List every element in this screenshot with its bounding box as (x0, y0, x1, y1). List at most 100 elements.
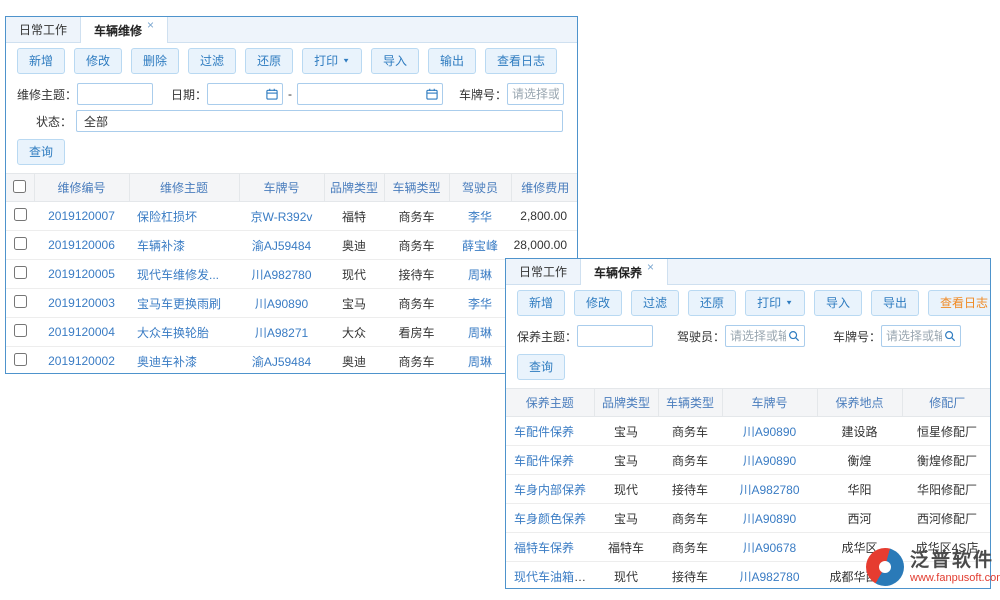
row-checkbox[interactable] (14, 353, 27, 366)
plate-link[interactable]: 川A982780 (251, 268, 311, 282)
repair-id-link[interactable]: 2019120003 (48, 296, 115, 310)
plate-link[interactable]: 京W-R392v (251, 210, 313, 224)
repair-subject-link[interactable]: 奥迪车补漆 (137, 355, 197, 369)
maintenance-subject-link[interactable]: 车配件保养 (514, 454, 574, 468)
status-select[interactable]: 全部 (76, 110, 563, 132)
repair-id-link[interactable]: 2019120006 (48, 238, 115, 252)
plate-link[interactable]: 川A98271 (255, 326, 308, 340)
row-checkbox[interactable] (14, 295, 27, 308)
tab-daily-work[interactable]: 日常工作 (506, 259, 580, 284)
plate-link[interactable]: 川A90678 (743, 541, 796, 555)
repair-id-link[interactable]: 2019120007 (48, 209, 115, 223)
brand-cell: 福特车 (594, 533, 658, 562)
repair-subject-link[interactable]: 保险杠损坏 (137, 210, 197, 224)
query-button[interactable]: 查询 (17, 139, 65, 165)
plate-link[interactable]: 渝AJ59484 (252, 355, 311, 369)
repair-subject-input[interactable] (77, 83, 153, 105)
brand-cell: 福特 (324, 202, 384, 231)
edit-button[interactable]: 修改 (74, 48, 122, 74)
table-row[interactable]: 车身内部保养 现代 接待车 川A982780 华阳 华阳修配厂 (506, 475, 991, 504)
maintenance-subject-link[interactable]: 车身内部保养 (514, 483, 586, 497)
import-button[interactable]: 导入 (371, 48, 419, 74)
plate-link[interactable]: 川A90890 (743, 454, 796, 468)
driver-input[interactable] (730, 327, 786, 345)
import-button[interactable]: 导入 (814, 290, 862, 316)
plate-link[interactable]: 川A982780 (739, 570, 799, 584)
filter-button[interactable]: 过滤 (631, 290, 679, 316)
driver-link[interactable]: 周琳 (468, 326, 492, 340)
driver-link[interactable]: 李华 (468, 297, 492, 311)
edit-button[interactable]: 修改 (574, 290, 622, 316)
repair-filter-row-2: 状态： 全部 (6, 109, 577, 133)
driver-link[interactable]: 周琳 (468, 355, 492, 369)
repair-id-link[interactable]: 2019120004 (48, 325, 115, 339)
table-row[interactable]: 2019120006 车辆补漆 渝AJ59484 奥迪 商务车 薛宝峰 28,0… (6, 231, 578, 260)
restore-button[interactable]: 还原 (245, 48, 293, 74)
table-row[interactable]: 2019120004 大众车换轮胎 川A98271 大众 看房车 周琳 (6, 318, 578, 347)
driver-link[interactable]: 周琳 (468, 268, 492, 282)
plate-link[interactable]: 川A982780 (739, 483, 799, 497)
tab-vehicle-maintenance[interactable]: 车辆保养 × (580, 259, 668, 285)
vehicle-type-cell: 接待车 (658, 475, 722, 504)
maintenance-subject-input[interactable] (577, 325, 653, 347)
table-row[interactable]: 2019120003 宝马车更换雨刷 川A90890 宝马 商务车 李华 (6, 289, 578, 318)
repair-subject-link[interactable]: 大众车换轮胎 (137, 326, 209, 340)
maintenance-subject-link[interactable]: 车身颜色保养 (514, 512, 586, 526)
table-row[interactable]: 车配件保养 宝马 商务车 川A90890 衡煌 衡煌修配厂 (506, 446, 991, 475)
row-checkbox[interactable] (14, 237, 27, 250)
row-checkbox[interactable] (14, 266, 27, 279)
calendar-icon[interactable] (266, 88, 278, 100)
table-row[interactable]: 2019120007 保险杠损坏 京W-R392v 福特 商务车 李华 2,80… (6, 202, 578, 231)
row-checkbox[interactable] (14, 324, 27, 337)
col-header-driver: 驾驶员 (449, 174, 511, 202)
close-tab-icon[interactable]: × (147, 19, 154, 31)
print-button[interactable]: 打印 ▼ (302, 48, 362, 74)
date-from-input[interactable] (212, 85, 264, 103)
tab-daily-work[interactable]: 日常工作 (6, 17, 80, 42)
plate-link[interactable]: 川A90890 (255, 297, 308, 311)
repair-subject-link[interactable]: 现代车维修发... (137, 268, 219, 282)
restore-button[interactable]: 还原 (688, 290, 736, 316)
search-icon[interactable] (944, 330, 956, 342)
view-log-button[interactable]: 查看日志 (928, 290, 991, 316)
plate-link[interactable]: 渝AJ59484 (252, 239, 311, 253)
repair-id-link[interactable]: 2019120002 (48, 354, 115, 368)
plate-input[interactable] (886, 327, 942, 345)
brand-cell: 大众 (324, 318, 384, 347)
select-all-checkbox[interactable] (13, 180, 26, 193)
table-row[interactable]: 2019120005 现代车维修发... 川A982780 现代 接待车 周琳 (6, 260, 578, 289)
table-row[interactable]: 车配件保养 宝马 商务车 川A90890 建设路 恒星修配厂 (506, 417, 991, 446)
repair-subject-link[interactable]: 车辆补漆 (137, 239, 185, 253)
print-button[interactable]: 打印 ▼ (745, 290, 805, 316)
plate-link[interactable]: 川A90890 (743, 512, 796, 526)
view-log-button[interactable]: 查看日志 (485, 48, 557, 74)
query-button[interactable]: 查询 (517, 354, 565, 380)
table-row[interactable]: 2019120002 奥迪车补漆 渝AJ59484 奥迪 商务车 周琳 (6, 347, 578, 375)
driver-link[interactable]: 薛宝峰 (462, 239, 498, 253)
table-row[interactable]: 车身颜色保养 宝马 商务车 川A90890 西河 西河修配厂 (506, 504, 991, 533)
repair-subject-link[interactable]: 宝马车更换雨刷 (137, 297, 221, 311)
row-checkbox[interactable] (14, 208, 27, 221)
plate-link[interactable]: 川A90890 (743, 425, 796, 439)
plate-label: 车牌号： (459, 86, 507, 103)
export-button[interactable]: 导出 (871, 290, 919, 316)
add-button[interactable]: 新增 (17, 48, 65, 74)
vehicle-type-cell: 商务车 (384, 289, 449, 318)
watermark-url: www.fanpusoft.com (910, 572, 1000, 584)
maintenance-subject-link[interactable]: 车配件保养 (514, 425, 574, 439)
brand-cell: 奥迪 (324, 231, 384, 260)
repair-id-link[interactable]: 2019120005 (48, 267, 115, 281)
output-button[interactable]: 输出 (428, 48, 476, 74)
delete-button[interactable]: 删除 (131, 48, 179, 74)
maintenance-subject-link[interactable]: 现代车油箱维修 (514, 570, 594, 584)
search-icon[interactable] (788, 330, 800, 342)
maintenance-subject-link[interactable]: 福特车保养 (514, 541, 574, 555)
plate-input[interactable] (507, 83, 564, 105)
calendar-icon[interactable] (426, 88, 438, 100)
add-button[interactable]: 新增 (517, 290, 565, 316)
filter-button[interactable]: 过滤 (188, 48, 236, 74)
date-to-input[interactable] (302, 85, 424, 103)
tab-vehicle-repair[interactable]: 车辆维修 × (80, 17, 168, 43)
close-tab-icon[interactable]: × (647, 261, 654, 273)
driver-link[interactable]: 李华 (468, 210, 492, 224)
